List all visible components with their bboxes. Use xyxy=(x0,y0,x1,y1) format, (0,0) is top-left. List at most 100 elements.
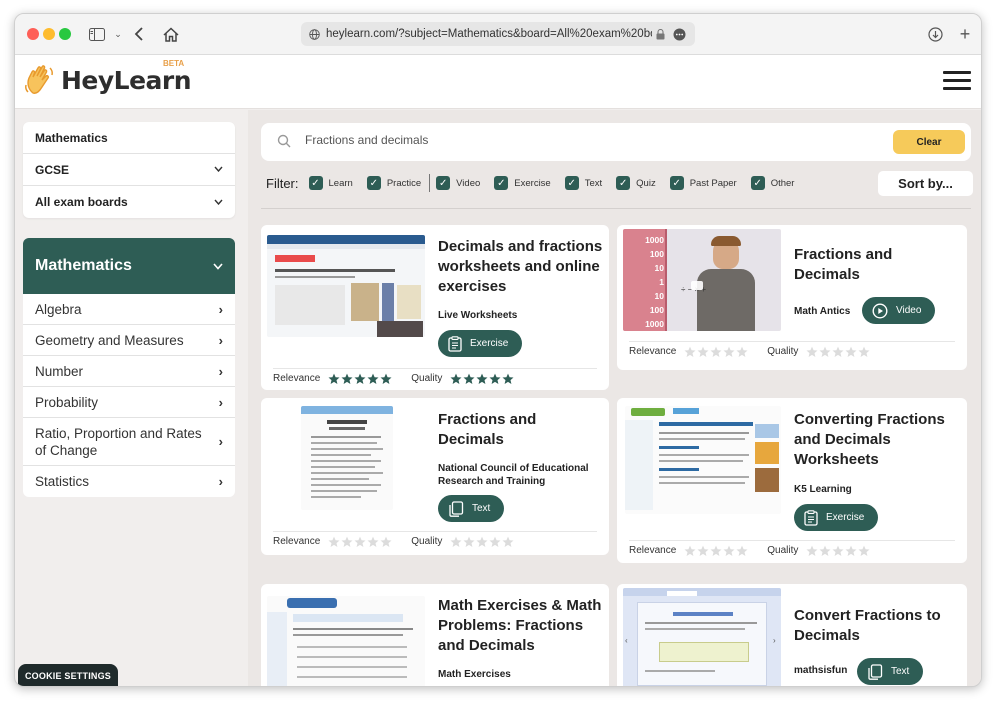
star-icon xyxy=(845,545,857,556)
star-icon xyxy=(819,545,831,556)
result-card[interactable]: Fractions and Decimals National Council … xyxy=(261,398,609,555)
result-card[interactable]: Math Exercises & Math Problems: Fraction… xyxy=(261,584,609,686)
star-icon xyxy=(463,373,475,384)
result-title[interactable]: Converting Fractions and Decimals Worksh… xyxy=(794,410,954,470)
quality-label: Quality xyxy=(767,545,799,556)
star-icon xyxy=(684,545,696,556)
star-icon xyxy=(367,536,379,547)
result-card[interactable]: Converting Fractions and Decimals Worksh… xyxy=(617,398,967,563)
rating-row: Relevance Quality xyxy=(273,368,597,386)
subject-header[interactable]: Mathematics xyxy=(23,238,235,294)
arrow-right-icon: › xyxy=(773,636,776,645)
new-tab-icon[interactable]: + xyxy=(955,24,975,44)
result-card[interactable]: ‹ › Convert Fractions to Decimals mathsi… xyxy=(617,584,967,686)
star-icon xyxy=(736,346,748,357)
type-video-button[interactable]: Video xyxy=(862,297,936,324)
cookie-settings-button[interactable]: COOKIE SETTINGS xyxy=(18,664,118,686)
filter-video[interactable]: ✓ Video xyxy=(436,176,480,190)
level-selector[interactable]: GCSE xyxy=(23,154,235,186)
clear-button[interactable]: Clear xyxy=(893,130,965,154)
close-window-button[interactable] xyxy=(27,28,39,40)
heylearn-logo[interactable]: HeyLearn xyxy=(23,63,192,97)
star-icon xyxy=(845,346,857,357)
arrow-left-icon: ‹ xyxy=(625,636,628,645)
filter-other[interactable]: ✓ Other xyxy=(750,176,794,190)
result-source: mathsisfun xyxy=(794,665,848,676)
star-icon xyxy=(367,373,379,384)
filter-practice[interactable]: ✓ Practice xyxy=(366,176,421,190)
browser-toolbar: ⌄ heylearn.com/?subject=Mathematics&boar… xyxy=(15,14,981,55)
star-icon xyxy=(450,536,462,547)
logo-text: HeyLearn xyxy=(61,65,192,95)
download-icon[interactable] xyxy=(925,24,945,44)
topic-item-number[interactable]: Number › xyxy=(23,356,235,387)
search-input[interactable] xyxy=(305,133,865,147)
filter-quiz[interactable]: ✓ Quiz xyxy=(616,176,656,190)
thumb-text: 1000 xyxy=(645,235,664,245)
result-source: National Council of Educational Research… xyxy=(438,463,589,487)
chevron-right-icon: › xyxy=(218,332,223,348)
result-title[interactable]: Fractions and Decimals xyxy=(438,410,588,450)
home-icon[interactable] xyxy=(161,24,181,44)
subject-selector[interactable]: Mathematics xyxy=(23,122,235,154)
minimize-window-button[interactable] xyxy=(43,28,55,40)
result-title[interactable]: Convert Fractions to Decimals xyxy=(794,606,954,646)
hamburger-menu-icon[interactable] xyxy=(943,71,971,93)
topic-item-geometry[interactable]: Geometry and Measures › xyxy=(23,325,235,356)
back-arrow-icon[interactable] xyxy=(129,24,149,44)
filter-learn[interactable]: ✓ Learn xyxy=(308,176,353,190)
star-icon xyxy=(354,373,366,384)
divider xyxy=(261,208,971,209)
checkbox-checked-icon: ✓ xyxy=(616,176,631,190)
quality-label: Quality xyxy=(767,346,799,357)
star-icon xyxy=(697,346,709,357)
chevron-right-icon: › xyxy=(218,474,223,489)
search-icon xyxy=(277,134,291,153)
sidebar-toggle-icon[interactable] xyxy=(87,24,107,44)
sort-by-button[interactable]: Sort by... xyxy=(878,171,973,196)
result-title[interactable]: Math Exercises & Math Problems: Fraction… xyxy=(438,596,609,656)
star-icon xyxy=(476,536,488,547)
exam-board-selector[interactable]: All exam boards xyxy=(23,186,235,218)
quality-label: Quality xyxy=(411,373,443,384)
topic-item-probability[interactable]: Probability › xyxy=(23,387,235,418)
chevron-down-icon[interactable]: ⌄ xyxy=(108,24,128,44)
address-bar[interactable]: heylearn.com/?subject=Mathematics&board=… xyxy=(301,22,695,46)
filter-label: Filter: xyxy=(266,175,299,191)
type-text-button[interactable]: Text xyxy=(857,658,924,685)
star-icon xyxy=(684,346,696,357)
filter-text[interactable]: ✓ Text xyxy=(564,176,602,190)
star-icon xyxy=(858,346,870,357)
star-icon xyxy=(736,545,748,556)
more-icon[interactable] xyxy=(673,28,686,41)
type-exercise-button[interactable]: Exercise xyxy=(438,330,523,357)
star-icon xyxy=(328,536,340,547)
result-card[interactable]: Decimals and fractions worksheets and on… xyxy=(261,225,609,390)
filter-exercise[interactable]: ✓ Exercise xyxy=(494,176,551,190)
star-icon xyxy=(723,545,735,556)
quality-stars xyxy=(806,545,871,557)
result-title[interactable]: Decimals and fractions worksheets and on… xyxy=(438,237,603,297)
star-icon xyxy=(710,545,722,556)
chevron-down-icon xyxy=(214,164,223,175)
type-text-button[interactable]: Text xyxy=(438,495,505,522)
result-source: K5 Learning xyxy=(794,484,852,495)
type-exercise-button[interactable]: Exercise xyxy=(794,504,879,531)
topic-item-algebra[interactable]: Algebra › xyxy=(23,294,235,325)
star-icon xyxy=(489,536,501,547)
checkbox-checked-icon: ✓ xyxy=(494,176,509,190)
filter-row: Filter: ✓ Learn ✓ Practice ✓ Video ✓ Exercis… xyxy=(266,173,808,193)
topic-item-statistics[interactable]: Statistics › xyxy=(23,466,235,497)
rating-row: Relevance Quality xyxy=(629,341,955,359)
result-card[interactable]: 1000 100 10 1 10 100 1000 ÷ − × + Fracti… xyxy=(617,225,967,370)
result-source: Math Exercises xyxy=(438,669,511,680)
quality-stars xyxy=(806,346,871,358)
chevron-down-icon xyxy=(213,262,223,270)
maximize-window-button[interactable] xyxy=(59,28,71,40)
video-thumbnail: 1000 100 10 1 10 100 1000 ÷ − × + xyxy=(623,229,781,331)
star-icon xyxy=(380,536,392,547)
result-title[interactable]: Fractions and Decimals xyxy=(794,245,954,285)
topic-item-ratio[interactable]: Ratio, Proportion and Rates of Change › xyxy=(23,418,235,466)
filter-past-paper[interactable]: ✓ Past Paper xyxy=(669,176,737,190)
chevron-down-icon xyxy=(214,197,223,208)
